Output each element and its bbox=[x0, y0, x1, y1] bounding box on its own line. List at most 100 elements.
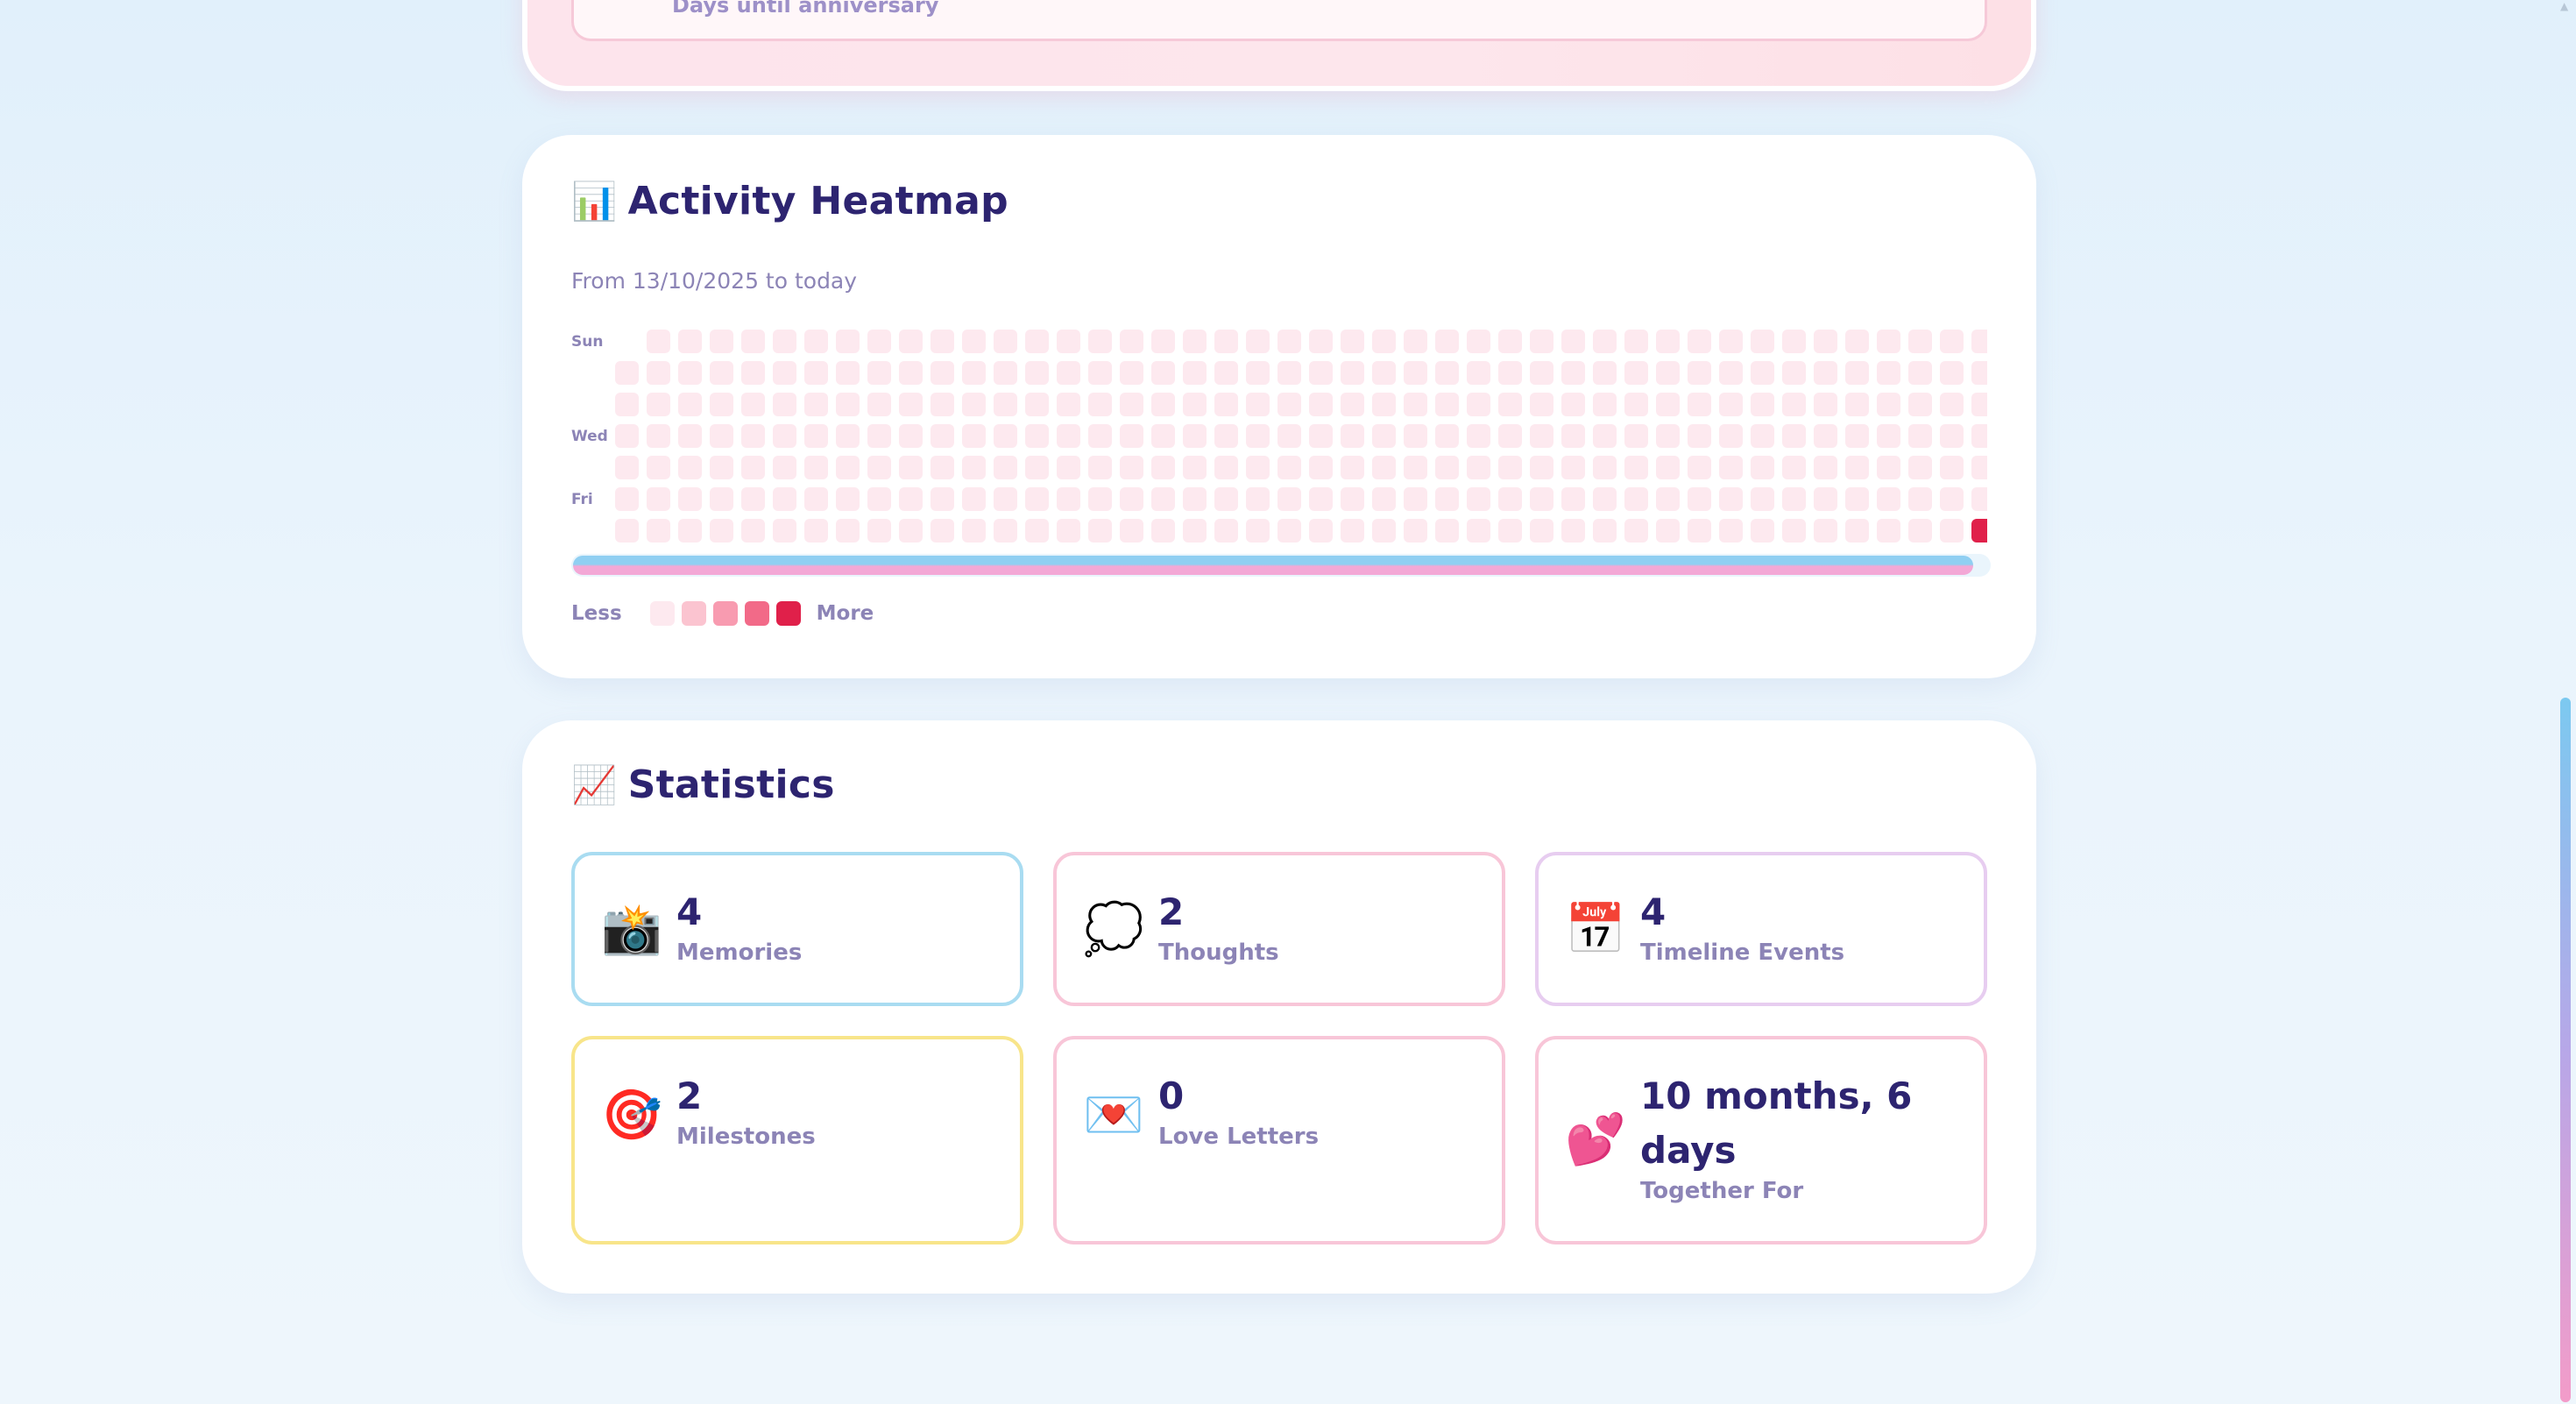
heatmap-cell[interactable] bbox=[899, 424, 923, 448]
heatmap-cell[interactable] bbox=[710, 393, 733, 416]
heatmap-cell[interactable] bbox=[1845, 330, 1869, 353]
heatmap-cell[interactable] bbox=[773, 393, 796, 416]
heatmap-cell[interactable] bbox=[1467, 456, 1490, 479]
heatmap-cell[interactable] bbox=[994, 456, 1017, 479]
heatmap-cell[interactable] bbox=[962, 361, 986, 385]
heatmap-cell[interactable] bbox=[1341, 393, 1364, 416]
heatmap-cell[interactable] bbox=[1908, 361, 1932, 385]
heatmap-cell[interactable] bbox=[1940, 424, 1964, 448]
heatmap-cell[interactable] bbox=[1025, 361, 1049, 385]
heatmap-cell[interactable] bbox=[1025, 424, 1049, 448]
heatmap-cell[interactable] bbox=[1057, 393, 1080, 416]
heatmap-cell[interactable] bbox=[962, 330, 986, 353]
heatmap-cell[interactable] bbox=[1183, 456, 1207, 479]
heatmap-cell[interactable] bbox=[899, 456, 923, 479]
heatmap-cell[interactable] bbox=[1277, 424, 1301, 448]
heatmap-cell[interactable] bbox=[1814, 487, 1837, 511]
heatmap-cell[interactable] bbox=[994, 519, 1017, 542]
heatmap-cell[interactable] bbox=[867, 361, 891, 385]
heatmap-cell[interactable] bbox=[1404, 393, 1427, 416]
heatmap-cell[interactable] bbox=[1593, 456, 1617, 479]
heatmap-cell[interactable] bbox=[994, 487, 1017, 511]
heatmap-cell[interactable] bbox=[1688, 361, 1711, 385]
heatmap-cell[interactable] bbox=[1971, 519, 1987, 542]
heatmap-cell[interactable] bbox=[741, 393, 765, 416]
heatmap-cell[interactable] bbox=[1467, 330, 1490, 353]
stat-tile-timeline-events[interactable]: 📅 4 Timeline Events bbox=[1535, 852, 1987, 1006]
heatmap-cell[interactable] bbox=[1561, 393, 1585, 416]
heatmap-cell[interactable] bbox=[899, 519, 923, 542]
heatmap-cell[interactable] bbox=[836, 361, 860, 385]
heatmap-cell[interactable] bbox=[1719, 393, 1743, 416]
heatmap-cell[interactable] bbox=[647, 361, 670, 385]
heatmap-cell[interactable] bbox=[1593, 487, 1617, 511]
heatmap-cell[interactable] bbox=[899, 393, 923, 416]
heatmap-cell[interactable] bbox=[994, 393, 1017, 416]
heatmap-cell[interactable] bbox=[1782, 361, 1806, 385]
heatmap-cell[interactable] bbox=[1940, 361, 1964, 385]
heatmap-cell[interactable] bbox=[1246, 424, 1270, 448]
heatmap-cell[interactable] bbox=[1751, 456, 1774, 479]
heatmap-cell[interactable] bbox=[1025, 330, 1049, 353]
heatmap-cell[interactable] bbox=[1593, 519, 1617, 542]
heatmap-cell[interactable] bbox=[1751, 330, 1774, 353]
heatmap-cell[interactable] bbox=[1908, 424, 1932, 448]
heatmap-cell[interactable] bbox=[836, 330, 860, 353]
heatmap-cell[interactable] bbox=[1183, 519, 1207, 542]
heatmap-cell[interactable] bbox=[1498, 330, 1522, 353]
heatmap-cell[interactable] bbox=[1782, 487, 1806, 511]
heatmap-cell[interactable] bbox=[1624, 519, 1648, 542]
heatmap-cell[interactable] bbox=[836, 424, 860, 448]
heatmap-cell[interactable] bbox=[1214, 424, 1238, 448]
heatmap-cell[interactable] bbox=[1782, 330, 1806, 353]
heatmap-cell[interactable] bbox=[1593, 361, 1617, 385]
heatmap-cell[interactable] bbox=[1214, 361, 1238, 385]
stat-tile-love-letters[interactable]: 💌 0 Love Letters bbox=[1053, 1036, 1505, 1244]
heatmap-cell[interactable] bbox=[1940, 393, 1964, 416]
heatmap-cell[interactable] bbox=[1624, 330, 1648, 353]
heatmap-cell[interactable] bbox=[1467, 393, 1490, 416]
heatmap-cell[interactable] bbox=[678, 330, 702, 353]
stat-tile-milestones[interactable]: 🎯 2 Milestones bbox=[571, 1036, 1023, 1244]
heatmap-cell[interactable] bbox=[804, 456, 828, 479]
heatmap-cell[interactable] bbox=[836, 519, 860, 542]
heatmap-cell[interactable] bbox=[1940, 487, 1964, 511]
heatmap-cell[interactable] bbox=[931, 519, 954, 542]
heatmap-cell[interactable] bbox=[899, 361, 923, 385]
heatmap-cell[interactable] bbox=[615, 519, 639, 542]
heatmap-cell[interactable] bbox=[1593, 393, 1617, 416]
heatmap-cell[interactable] bbox=[1120, 456, 1143, 479]
heatmap-cell[interactable] bbox=[1088, 330, 1112, 353]
heatmap-cell[interactable] bbox=[1309, 487, 1333, 511]
heatmap-cell[interactable] bbox=[1435, 330, 1459, 353]
heatmap-cell[interactable] bbox=[1214, 487, 1238, 511]
heatmap-cell[interactable] bbox=[1057, 456, 1080, 479]
heatmap-cell[interactable] bbox=[647, 456, 670, 479]
heatmap-cell[interactable] bbox=[1372, 487, 1396, 511]
heatmap-cell[interactable] bbox=[1971, 487, 1987, 511]
heatmap-cell[interactable] bbox=[867, 330, 891, 353]
heatmap-cell[interactable] bbox=[1088, 361, 1112, 385]
heatmap-cell[interactable] bbox=[962, 456, 986, 479]
heatmap-cell[interactable] bbox=[1404, 519, 1427, 542]
heatmap-cell[interactable] bbox=[1435, 456, 1459, 479]
heatmap-cell[interactable] bbox=[1435, 519, 1459, 542]
heatmap-cell[interactable] bbox=[1688, 424, 1711, 448]
heatmap-cell[interactable] bbox=[1498, 393, 1522, 416]
heatmap-cell[interactable] bbox=[1530, 487, 1553, 511]
heatmap-cell[interactable] bbox=[1940, 456, 1964, 479]
heatmap-cell[interactable] bbox=[804, 361, 828, 385]
heatmap-cell[interactable] bbox=[1025, 519, 1049, 542]
heatmap-cell[interactable] bbox=[615, 393, 639, 416]
heatmap-cell[interactable] bbox=[1751, 393, 1774, 416]
heatmap-cell[interactable] bbox=[1971, 330, 1987, 353]
heatmap-cell[interactable] bbox=[1530, 456, 1553, 479]
heatmap-cell[interactable] bbox=[1277, 519, 1301, 542]
heatmap-cell[interactable] bbox=[836, 456, 860, 479]
heatmap-scrollbar[interactable] bbox=[571, 554, 1991, 577]
heatmap-cell[interactable] bbox=[1120, 487, 1143, 511]
heatmap-cell[interactable] bbox=[1782, 393, 1806, 416]
heatmap-cell[interactable] bbox=[1719, 519, 1743, 542]
heatmap-cell[interactable] bbox=[1845, 393, 1869, 416]
heatmap-cell[interactable] bbox=[1246, 393, 1270, 416]
